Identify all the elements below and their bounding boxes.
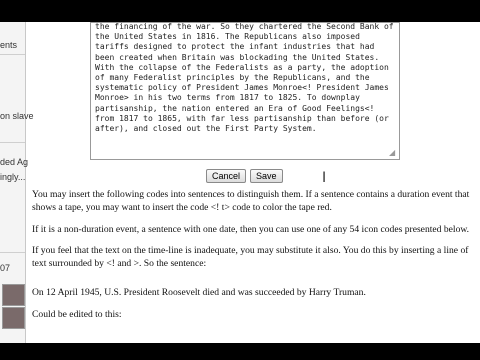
sidebar-snippet: 07 [0,263,11,273]
textarea-line: from 1817 to 1865, with far less partisa… [95,113,389,123]
sidebar-divider [0,142,25,143]
letterbox-bottom [0,343,480,360]
instructions-paragraph: You may insert the following codes into … [32,189,470,213]
textarea-line: after), and closed out the First Party S… [95,124,317,134]
textarea-line: the United States in 1816. The Republica… [95,32,360,42]
save-button[interactable]: Save [250,169,283,183]
textarea-line: With the collapse of the Federalists as … [95,62,389,72]
sidebar-snippet: ded Ag [0,157,29,167]
sidebar-divider [0,252,25,253]
instructions-paragraph: Could be edited to this: [32,309,122,320]
sidebar-snippet: ingly... [0,172,26,182]
main-content: the financing of the war. So they charte… [26,22,480,343]
edit-textarea[interactable]: the financing of the war. So they charte… [90,22,400,160]
textarea-content: the financing of the war. So they charte… [91,22,399,135]
textarea-line: the financing of the war. So they charte… [95,22,394,31]
textarea-line: of many Federalist principles by the Rep… [95,73,370,83]
video-frame: ents on slave ded Ag ingly... 07 the fin… [0,0,480,360]
browser-viewport: ents on slave ded Ag ingly... 07 the fin… [0,22,480,343]
instructions-paragraph: If it is a non-duration event, a sentenc… [32,224,470,235]
cancel-button[interactable]: Cancel [206,169,247,183]
textarea-line: partisanship, the nation entered an Era … [95,103,375,113]
textarea-line: been created when Britain was blockading… [95,52,380,62]
sidebar-divider [0,54,25,55]
sidebar-snippet: ents [0,40,18,50]
instructions-paragraph: If you feel that the text on the time-li… [32,245,469,269]
textarea-line: tariffs designed to protect the infant i… [95,42,375,52]
resize-grip-icon[interactable]: ◢ [389,149,397,157]
letterbox-top [0,0,480,22]
text-cursor-icon: I [322,170,327,186]
left-sidebar: ents on slave ded Ag ingly... 07 [0,22,34,343]
textarea-line: systematic policy of President James Mon… [95,83,389,93]
sidebar-thumbnail[interactable] [2,307,25,329]
textarea-line: Monroe> in his two terms from 1817 to 18… [95,93,360,103]
sidebar-thumbnail[interactable] [2,284,25,306]
example-sentence: On 12 April 1945, U.S. President Rooseve… [32,287,366,298]
edit-actions: Cancel Save [206,166,287,184]
